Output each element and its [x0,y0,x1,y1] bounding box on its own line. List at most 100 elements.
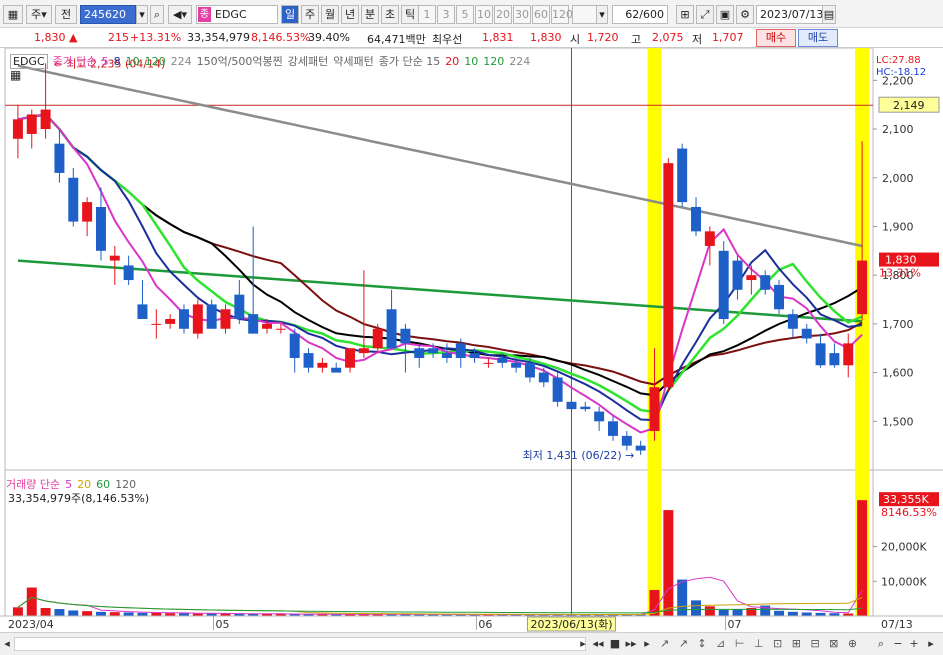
volume-bar [663,510,674,616]
candle-body [82,202,93,222]
candle-body [165,319,176,324]
y-label-5: 1,700 [882,318,914,331]
legend-ma-label: 종가 단순 [52,55,97,68]
candle-body [109,255,120,261]
price-legend: EDGC 종가 단순 5 8 10 120 224 150억/500억봉찐 강세패턴 약세패턴 종가… [10,53,535,69]
interval-tab-60[interactable]: 60 [532,5,550,24]
candle-body [718,250,729,320]
y-label-3: 1,900 [882,220,914,233]
candle-body [552,377,563,402]
best-quote-label: 최우선 [432,33,463,46]
zoom-out-icon[interactable]: − [892,636,904,652]
period-tab-5[interactable]: 초 [381,5,399,24]
period-tab-1[interactable]: 주 [301,5,319,24]
interval-tab-120[interactable]: 120 [551,5,573,24]
chart-canvas[interactable]: 2,2002,1002,0001,9001,8001,7001,6001,500… [0,47,943,632]
x-label-4: 07/13 [881,618,913,631]
candle-body [26,114,37,134]
vol-last-label: 33,355K [883,493,929,506]
candle-body [331,367,342,373]
count-field[interactable]: 62/600 [612,5,668,24]
volume-bar [26,587,37,616]
volume-change-pct: 8,146.53% [251,31,311,44]
candle-body [774,284,785,310]
period-tab-4[interactable]: 분 [361,5,379,24]
save-icon[interactable]: ▣ [716,5,734,24]
period-tab-0[interactable]: 일 [281,5,299,24]
x-label-1: 05 [216,618,230,631]
candle-body [566,401,577,410]
legend-symbol: EDGC [10,54,48,69]
period-tab-6[interactable]: 틱 [401,5,419,24]
rewind-icon[interactable]: ◂◂ [591,636,605,652]
scroll-track[interactable] [14,637,586,651]
volume-bar [677,579,688,616]
grid-toggle-icon[interactable]: ▦ [10,68,21,82]
scroll-left-icon[interactable]: ◂ [1,636,13,652]
volume-bar [40,608,51,616]
candle-body [663,163,674,388]
candle-body [234,294,245,320]
candle-body [303,353,314,368]
interval-tab-30[interactable]: 30 [513,5,531,24]
code-dropdown-icon[interactable]: ▾ [136,5,148,24]
interval-tab-1[interactable]: 1 [418,5,436,24]
up-arrow-icon: ▲ [69,31,78,44]
prev-button[interactable]: 전 [55,5,77,24]
zoom-in-icon[interactable]: + [908,636,920,652]
buy-button[interactable]: 매수 [756,29,796,47]
scroll-end-icon[interactable]: ▸ [924,636,938,652]
scroll-thumb-right-icon[interactable]: ▸ [577,636,589,652]
drawing-tools-bar[interactable]: ↗ ↗ ↕ ⊿ ⊢ ⊥ ⊡ ⊞ ⊟ ⊠ ⊕ [660,636,900,652]
candle-body [621,435,632,446]
interval-tab-5[interactable]: 5 [456,5,474,24]
candle-body [580,406,591,410]
crosshair-tool-icon[interactable]: ⊞ [676,5,694,24]
stock-code-input[interactable]: 245620 [80,5,136,24]
candle-body [677,148,688,203]
settings-gear-icon[interactable]: ⚙ [736,5,754,24]
legend-ma2-label: 종가 단순 15 [378,55,441,68]
candle-body [137,304,148,320]
sell-button[interactable]: 매도 [798,29,838,47]
market-type-select[interactable]: 주▾ [26,5,52,24]
candle-body [123,265,134,281]
legend-ma2-10: 10 [464,55,479,68]
speaker-icon[interactable]: ◀▾ [168,5,192,24]
volume-bar [12,607,23,616]
period-tab-2[interactable]: 월 [321,5,339,24]
candle-body [54,143,65,173]
scroll-right-end-icon[interactable]: ▸ [640,636,654,652]
candle-body [12,119,23,139]
candle-body [220,309,231,329]
candle-body [68,177,79,222]
open-label: 시 [570,33,581,46]
candle-body [262,323,272,329]
price-change: 215 [108,31,129,44]
play-icon[interactable]: ▸▸ [624,636,638,652]
search-icon[interactable]: ⌕ [150,5,164,24]
calendar-icon[interactable]: ▤ [822,5,836,24]
stop-icon[interactable]: ■ [608,636,622,652]
candle-body [787,314,798,329]
period-tab-3[interactable]: 년 [341,5,359,24]
candle-body [455,343,466,358]
volume-bar [774,610,785,616]
menu-grid-icon[interactable]: ▦ [3,5,23,24]
candle-body [275,328,286,330]
interval-dropdown-icon[interactable]: ▾ [596,5,608,24]
y-label-2: 2,000 [882,172,914,185]
search-zoom-icon[interactable]: ⌕ [874,636,888,652]
interval-tab-20[interactable]: 20 [494,5,512,24]
candle-body [358,348,369,354]
candle-body [843,343,854,366]
interval-tab-3[interactable]: 3 [437,5,455,24]
stock-chart[interactable]: 2,200 2,100 2,000 1,900 1,800 1,700 1,600 1,500… [0,47,943,632]
volume-bar [718,609,729,616]
stock-name-field[interactable]: 종 EDGC [196,5,278,24]
draw-tool-icon[interactable]: ⤢ [696,5,714,24]
low-price: 1,707 [712,31,744,44]
interval-tab-10[interactable]: 10 [475,5,493,24]
candle-body [372,328,383,349]
legend-pattern-c: 약세패턴 [333,55,374,68]
